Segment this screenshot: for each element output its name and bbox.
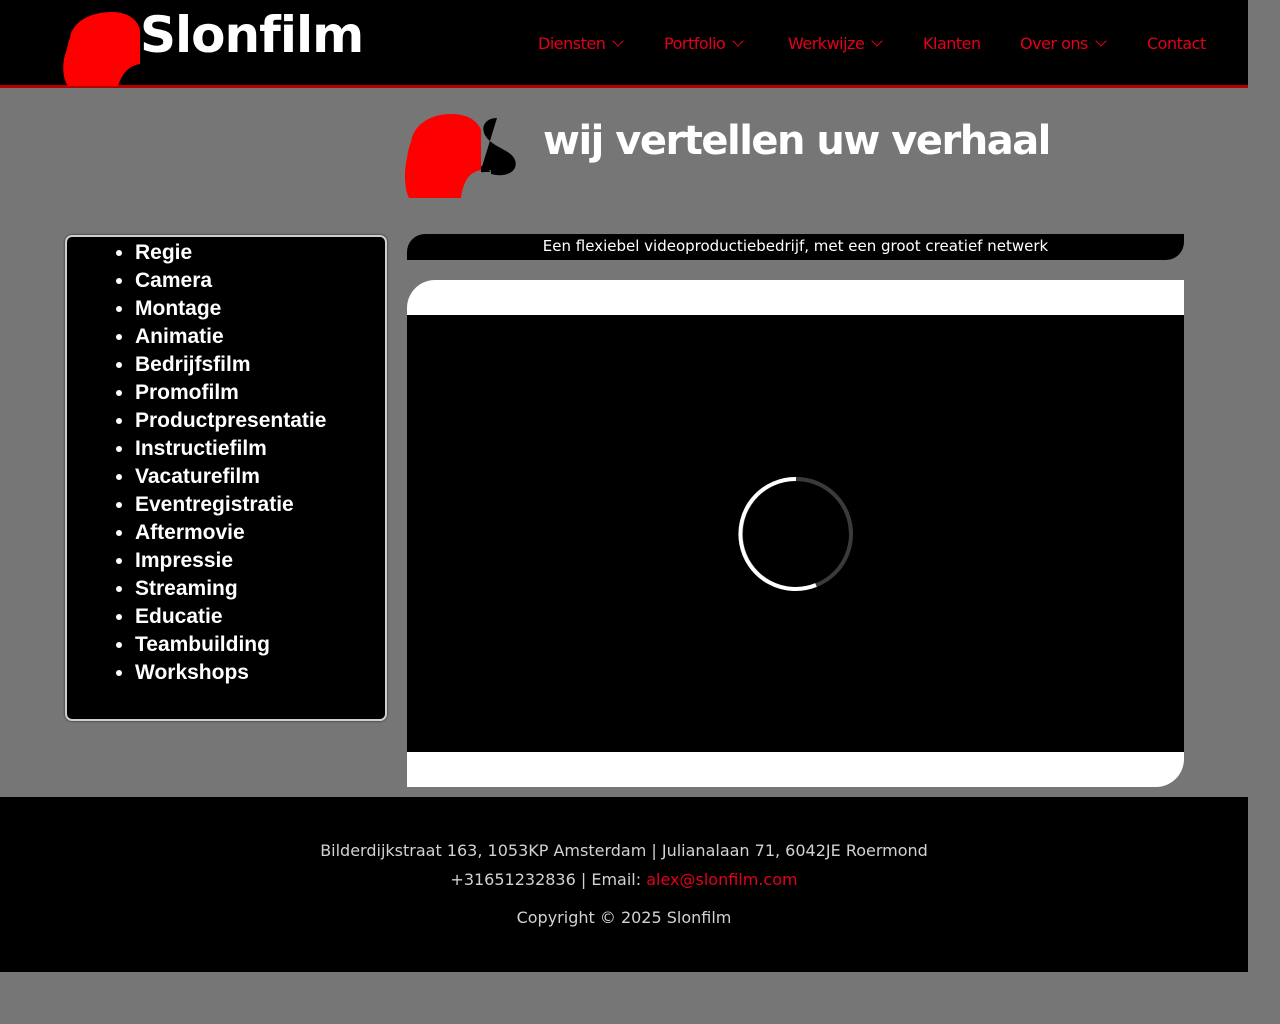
nav-label: Contact bbox=[1147, 34, 1206, 53]
nav-label: Portfolio bbox=[664, 34, 726, 53]
subtitle-bar: Een flexiebel videoproductiebedrijf, met… bbox=[407, 234, 1184, 260]
service-item-impressie[interactable]: Impressie bbox=[135, 547, 326, 575]
loading-spinner-icon bbox=[738, 476, 853, 591]
footer-address: Bilderdijkstraat 163, 1053KP Amsterdam |… bbox=[320, 841, 928, 860]
services-sidebar: Regie Camera Montage Animatie Bedrijfsfi… bbox=[65, 235, 387, 721]
service-item-streaming[interactable]: Streaming bbox=[135, 575, 326, 603]
footer-email-prefix: | Email: bbox=[575, 870, 647, 889]
service-item-bedrijfsfilm[interactable]: Bedrijfsfilm bbox=[135, 351, 326, 379]
nav-item-klanten[interactable]: Klanten bbox=[923, 34, 981, 53]
service-item-regie[interactable]: Regie bbox=[135, 239, 326, 267]
chevron-down-icon bbox=[871, 35, 883, 47]
nav-label: Diensten bbox=[538, 34, 606, 53]
footer-email-link[interactable]: alex@slonfilm.com bbox=[646, 870, 797, 889]
footer-copyright: Copyright © 2025 Slonfilm bbox=[516, 908, 732, 927]
nav-label: Over ons bbox=[1020, 34, 1088, 53]
video-player[interactable] bbox=[407, 315, 1184, 752]
video-frame bbox=[407, 280, 1184, 787]
service-item-instructiefilm[interactable]: Instructiefilm bbox=[135, 435, 326, 463]
nav-item-over-ons[interactable]: Over ons bbox=[1020, 34, 1107, 53]
service-item-eventregistratie[interactable]: Eventregistratie bbox=[135, 491, 326, 519]
footer-phone[interactable]: +31651232836 bbox=[450, 870, 575, 889]
site-footer: Bilderdijkstraat 163, 1053KP Amsterdam |… bbox=[0, 797, 1248, 972]
service-item-teambuilding[interactable]: Teambuilding bbox=[135, 631, 326, 659]
nav-label: Klanten bbox=[923, 34, 981, 53]
service-item-productpresentatie[interactable]: Productpresentatie bbox=[135, 407, 326, 435]
chevron-down-icon bbox=[732, 35, 744, 47]
site-header: Slonfilm Diensten Portfolio Werkwijze Kl… bbox=[0, 0, 1248, 88]
service-item-montage[interactable]: Montage bbox=[135, 295, 326, 323]
nav-item-werkwijze[interactable]: Werkwijze bbox=[788, 34, 883, 53]
nav-item-diensten[interactable]: Diensten bbox=[538, 34, 625, 53]
service-item-educatie[interactable]: Educatie bbox=[135, 603, 326, 631]
service-item-promofilm[interactable]: Promofilm bbox=[135, 379, 326, 407]
nav-label: Werkwijze bbox=[788, 34, 865, 53]
service-item-camera[interactable]: Camera bbox=[135, 267, 326, 295]
hero-logo-icon bbox=[405, 114, 516, 198]
nav-item-contact[interactable]: Contact bbox=[1147, 34, 1206, 53]
service-item-aftermovie[interactable]: Aftermovie bbox=[135, 519, 326, 547]
service-item-vacaturefilm[interactable]: Vacaturefilm bbox=[135, 463, 326, 491]
chevron-down-icon bbox=[1095, 35, 1107, 47]
hero-tagline: wij vertellen uw verhaal bbox=[543, 118, 1051, 164]
service-item-workshops[interactable]: Workshops bbox=[135, 659, 326, 687]
footer-contact-line: +31651232836 | Email: alex@slonfilm.com bbox=[0, 870, 1248, 889]
nav-item-portfolio[interactable]: Portfolio bbox=[664, 34, 744, 53]
service-item-animatie[interactable]: Animatie bbox=[135, 323, 326, 351]
main-nav: Diensten Portfolio Werkwijze Klanten Ove… bbox=[0, 34, 1248, 56]
chevron-down-icon bbox=[612, 35, 625, 47]
services-list: Regie Camera Montage Animatie Bedrijfsfi… bbox=[67, 239, 326, 687]
